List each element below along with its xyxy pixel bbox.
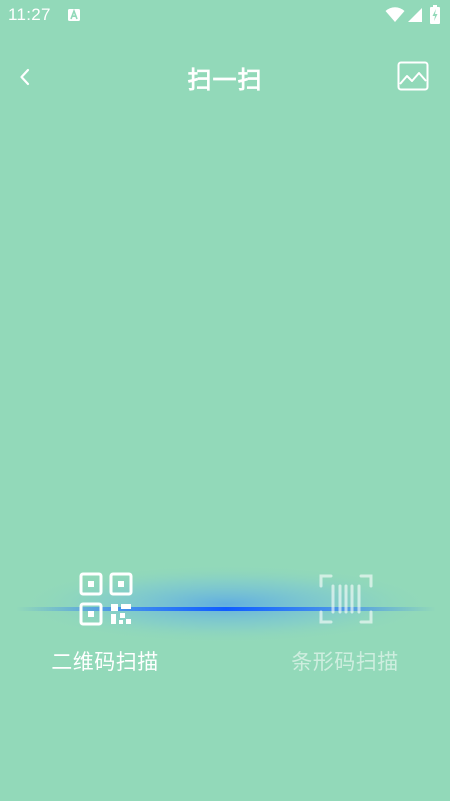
- status-time: 11:27: [8, 5, 51, 24]
- qr-code-icon: [79, 572, 133, 626]
- page-title: 扫一扫: [187, 66, 263, 94]
- barcode-scan-option[interactable]: 条形码扫描: [270, 570, 420, 680]
- barcode-scan-label: 条形码扫描: [291, 650, 399, 674]
- notification-a-icon: [68, 8, 80, 21]
- barcode-icon: [319, 574, 373, 624]
- top-bar: 扫一扫: [0, 45, 450, 109]
- signal-icon: [408, 8, 422, 22]
- battery-charging-icon: [430, 5, 440, 24]
- wifi-icon: [385, 7, 405, 22]
- image-icon: [397, 61, 429, 91]
- album-button[interactable]: [395, 59, 431, 93]
- status-bar: 11:27: [0, 0, 450, 30]
- qr-scan-label: 二维码扫描: [51, 650, 159, 674]
- qr-scan-option[interactable]: 二维码扫描: [30, 570, 180, 680]
